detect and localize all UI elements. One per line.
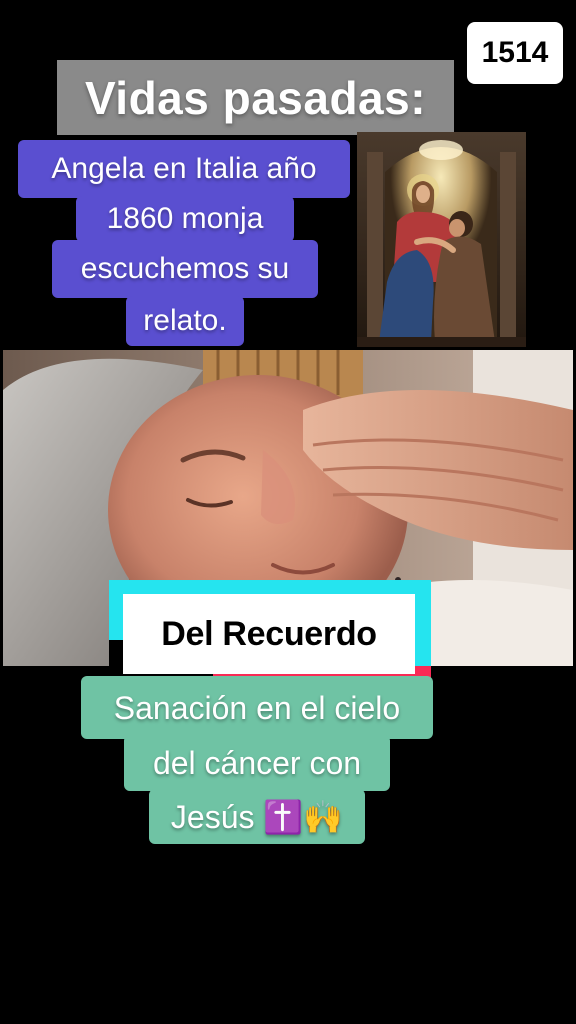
caption-green-line-2: del cáncer con bbox=[124, 735, 390, 791]
caption-green-line-1: Sanación en el cielo bbox=[81, 676, 433, 739]
page-title: Vidas pasadas: bbox=[57, 60, 454, 135]
jesus-painting-image bbox=[357, 132, 526, 347]
caption-green-line-3: Jesús ✝️🙌 bbox=[149, 789, 365, 844]
caption-line-4: relato. bbox=[126, 296, 244, 346]
caption-line-1: Angela en Italia año bbox=[18, 140, 350, 198]
counter-badge: 1514 bbox=[467, 22, 563, 84]
logo-text: Del Recuerdo bbox=[123, 594, 415, 674]
video-frame: 1514 Vidas pasadas: Angela en Italia año… bbox=[0, 0, 576, 1024]
caption-line-2: 1860 monja bbox=[76, 196, 294, 242]
caption-line-3: escuchemos su bbox=[52, 240, 318, 298]
